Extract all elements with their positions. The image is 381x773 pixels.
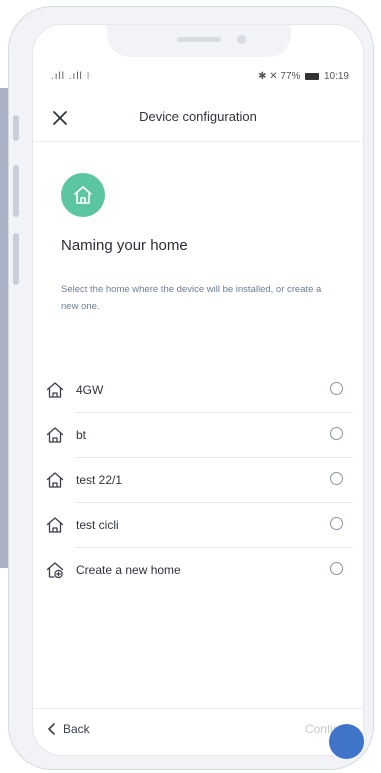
home-option-label: 4GW — [76, 383, 104, 397]
home-list: 4GW bt test 22/1 test cicli Create a new… — [45, 368, 353, 593]
radio-button[interactable] — [330, 562, 343, 575]
home-option-label: test 22/1 — [76, 473, 123, 487]
status-icons: ✱ ✕ 77% — [258, 71, 301, 82]
house-icon — [74, 186, 92, 204]
phone-side-button — [13, 233, 19, 285]
status-right-group: ✱ ✕ 77% 10:19 — [258, 71, 349, 82]
home-option-label: test cicli — [76, 518, 119, 532]
status-time: 10:19 — [323, 71, 349, 82]
section-heading: Naming your home — [61, 237, 188, 254]
radio-button[interactable] — [330, 517, 343, 530]
speaker-grille — [177, 37, 221, 42]
floating-action-button[interactable] — [329, 724, 364, 759]
back-label: Back — [63, 722, 90, 736]
page-title: Device configuration — [139, 109, 257, 124]
radio-button[interactable] — [330, 382, 343, 395]
front-camera — [237, 35, 246, 44]
home-badge — [61, 173, 105, 217]
status-bar: .ıll .ıll ⁝ ✱ ✕ 77% 10:19 — [33, 69, 363, 87]
header-divider — [33, 141, 363, 142]
phone-screen: .ıll .ıll ⁝ ✱ ✕ 77% 10:19 Device configu… — [32, 24, 364, 756]
battery-icon — [305, 72, 320, 80]
footer-divider — [33, 708, 363, 709]
home-option-test-22-1[interactable]: test 22/1 — [45, 458, 353, 503]
home-option-test-cicli[interactable]: test cicli — [45, 503, 353, 548]
home-option-label: Create a new home — [76, 563, 181, 577]
signal-indicators: .ıll .ıll ⁝ — [51, 71, 91, 82]
bottom-bar: Back Continue — [33, 710, 363, 755]
section-subtitle: Select the home where the device will be… — [61, 284, 322, 312]
back-button[interactable]: Back — [47, 722, 90, 736]
chevron-left-icon — [48, 723, 55, 735]
radio-button[interactable] — [330, 472, 343, 485]
top-bar: Device configuration — [33, 101, 363, 137]
create-new-home-option[interactable]: Create a new home — [45, 548, 353, 593]
house-add-icon — [46, 562, 64, 579]
home-option-4gw[interactable]: 4GW — [45, 368, 353, 413]
phone-notch — [107, 25, 291, 57]
house-icon — [46, 382, 64, 398]
phone-side-button — [13, 115, 19, 141]
house-icon — [46, 517, 64, 533]
phone-side-button — [13, 165, 19, 217]
house-icon — [46, 472, 64, 488]
home-option-label: bt — [76, 428, 87, 442]
radio-button[interactable] — [330, 427, 343, 440]
house-icon — [46, 427, 64, 443]
home-option-bt[interactable]: bt — [45, 413, 353, 458]
